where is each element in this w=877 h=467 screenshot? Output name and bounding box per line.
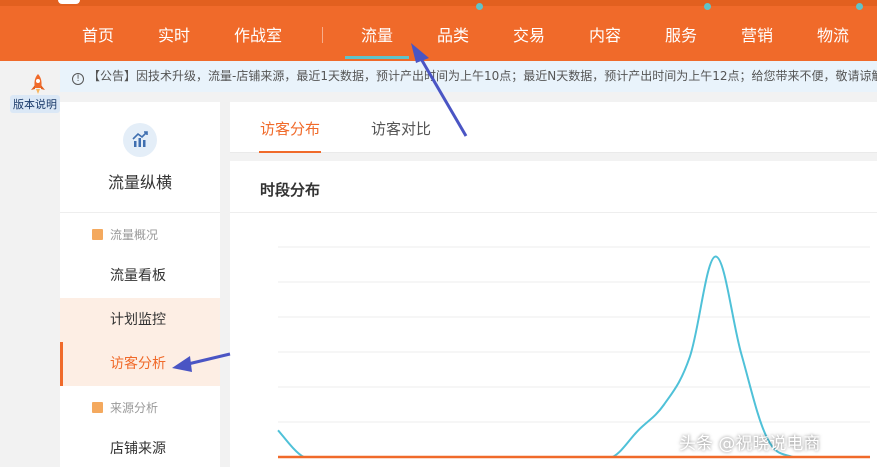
- sidebar-title: 流量纵横: [107, 173, 172, 192]
- tab-bar: 访客分布 访客对比: [230, 102, 877, 153]
- sidebar-item-visitor-analysis[interactable]: 访客分析: [60, 342, 220, 386]
- sidebar-item-traffic-board[interactable]: 流量看板: [60, 254, 220, 298]
- version-strip: [0, 61, 60, 467]
- nav-item-traffic[interactable]: 流量: [344, 18, 410, 59]
- sidebar: 流量纵横 流量概况 流量看板 计划监控 访客分析 来源分析 店铺来源: [60, 102, 220, 467]
- logistics-badge-dot: [856, 3, 863, 10]
- version-notes-label[interactable]: 版本说明: [10, 95, 60, 113]
- info-icon: !: [72, 73, 84, 85]
- category-badge-dot: [476, 3, 483, 10]
- sidebar-group-label: 流量概况: [110, 228, 159, 242]
- nav-item-marketing[interactable]: 营销: [741, 18, 773, 54]
- nav-item-logistics[interactable]: 物流: [817, 18, 849, 54]
- sidebar-group-label: 来源分析: [110, 401, 159, 415]
- watermark: 头条 @祝晓说电商: [679, 434, 821, 454]
- folder-icon: [92, 402, 103, 413]
- tab-visitor-compare[interactable]: 访客对比: [371, 118, 431, 139]
- sidebar-group-overview: 流量概况: [92, 226, 158, 243]
- tab-visitor-distribution[interactable]: 访客分布: [258, 118, 322, 153]
- top-nav: 首页 实时 作战室 流量 品类 交易 内容 服务 营销 物流: [0, 0, 877, 61]
- sidebar-item-plan-monitor[interactable]: 计划监控: [60, 298, 220, 342]
- rocket-icon[interactable]: [29, 73, 47, 95]
- nav-item-category[interactable]: 品类: [437, 18, 469, 54]
- chart-panel: 时段分布: [230, 161, 877, 467]
- sidebar-divider: [60, 212, 220, 213]
- nav-item-warroom[interactable]: 作战室: [234, 18, 282, 54]
- nav-item-content[interactable]: 内容: [589, 18, 621, 54]
- top-strip: [0, 0, 877, 6]
- folder-icon: [92, 229, 103, 240]
- logo-fragment: [58, 0, 80, 4]
- chart-up-icon: [123, 123, 157, 157]
- nav-item-home[interactable]: 首页: [82, 18, 114, 54]
- sidebar-group-source: 来源分析: [92, 399, 158, 416]
- time-distribution-chart: [277, 246, 870, 459]
- nav-item-trade[interactable]: 交易: [513, 18, 545, 54]
- notice-text: 【公告】因技术升级，流量-店铺来源，最近1天数据，预计产出时间为上午10点；最近…: [88, 69, 877, 83]
- sidebar-item-shop-source[interactable]: 店铺来源: [60, 427, 220, 467]
- service-badge-dot: [704, 3, 711, 10]
- nav-item-realtime[interactable]: 实时: [158, 18, 190, 54]
- nav-separator: [322, 27, 323, 43]
- series-line-0: [277, 255, 870, 458]
- nav-item-service[interactable]: 服务: [665, 18, 697, 54]
- notice-bar: ! 【公告】因技术升级，流量-店铺来源，最近1天数据，预计产出时间为上午10点；最…: [60, 61, 877, 92]
